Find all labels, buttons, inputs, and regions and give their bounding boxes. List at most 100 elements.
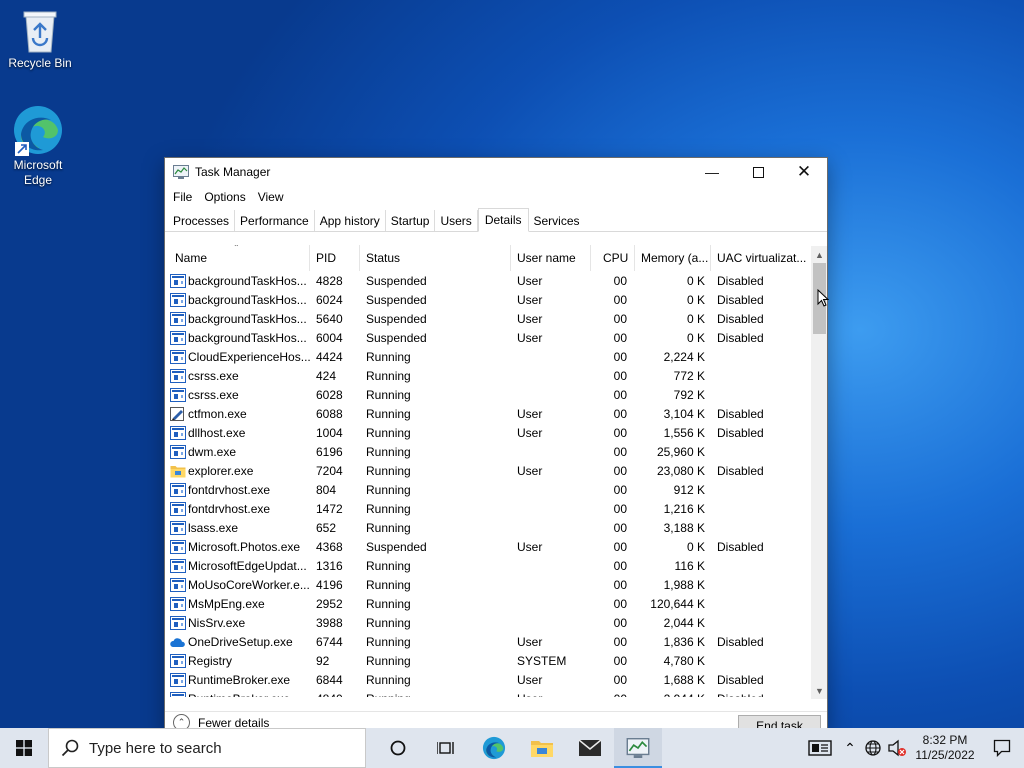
taskbar-app-task-manager[interactable] (614, 728, 662, 768)
table-row[interactable]: NisSrv.exe 3988 Running 00 2,044 K (165, 613, 811, 632)
process-icon (170, 311, 186, 326)
title-bar[interactable]: Task Manager — ✕ (165, 158, 827, 186)
start-button[interactable] (0, 728, 48, 768)
table-row[interactable]: MsMpEng.exe 2952 Running 00 120,644 K (165, 594, 811, 613)
cell-uac (711, 575, 811, 594)
cell-name: RuntimeBroker.exe (165, 670, 310, 689)
cell-pid-text: 6196 (316, 444, 343, 459)
cell-status: Running (360, 594, 511, 613)
column-header-cpu[interactable]: CPU (591, 245, 635, 271)
table-row[interactable]: MicrosoftEdgeUpdat... 1316 Running 00 116 K (165, 556, 811, 575)
table-row[interactable]: CloudExperienceHos... 4424 Running 00 2,224 … (165, 347, 811, 366)
cell-status-text: Running (366, 615, 411, 630)
cell-cpu-text: 00 (613, 387, 627, 402)
folder-icon (170, 464, 188, 478)
table-row[interactable]: backgroundTaskHos... 4828 Suspended User 00 0… (165, 271, 811, 290)
cell-user-name (511, 594, 591, 613)
taskbar-app-file-explorer[interactable] (518, 728, 566, 768)
table-row[interactable]: MoUsoCoreWorker.e... 4196 Running 00 1,988 K (165, 575, 811, 594)
table-row[interactable]: dllhost.exe 1004 Running User 00 1,556 K Disab… (165, 423, 811, 442)
column-header-pid[interactable]: PID (310, 245, 360, 271)
table-row[interactable]: OneDriveSetup.exe 6744 Running User 00 1,836 … (165, 632, 811, 651)
close-button[interactable]: ✕ (781, 158, 827, 186)
cell-uac-text: Disabled (717, 292, 764, 307)
tab-performance[interactable]: Performance (235, 210, 315, 231)
tab-users[interactable]: Users (435, 210, 478, 231)
table-row[interactable]: lsass.exe 652 Running 00 3,188 K (165, 518, 811, 537)
table-row[interactable]: backgroundTaskHos... 6024 Suspended User 00 0… (165, 290, 811, 309)
process-icon (170, 368, 186, 383)
cell-user-name-text: User (517, 692, 542, 698)
cell-status: Running (360, 689, 511, 698)
cell-cpu: 00 (591, 442, 635, 461)
tab-services[interactable]: Services (529, 210, 585, 231)
column-header-memory[interactable]: Memory (a... (635, 245, 711, 271)
taskbar-app-edge[interactable] (470, 728, 518, 768)
table-row[interactable]: RuntimeBroker.exe 4840 Running User 00 2,944 … (165, 689, 811, 697)
task-view-button-2[interactable] (422, 728, 470, 768)
cell-uac (711, 442, 811, 461)
table-row[interactable]: csrss.exe 424 Running 00 772 K (165, 366, 811, 385)
cell-cpu-text: 00 (613, 292, 627, 307)
clock[interactable]: 8:32 PM 11/25/2022 (910, 728, 980, 768)
show-hidden-icons-button[interactable]: ⌃ (838, 728, 862, 768)
table-row[interactable]: fontdrvhost.exe 1472 Running 00 1,216 K (165, 499, 811, 518)
menu-view[interactable]: View (252, 190, 290, 204)
scroll-up-icon[interactable]: ▲ (811, 246, 827, 263)
cell-status-text: Suspended (366, 539, 427, 554)
close-icon: ✕ (796, 162, 812, 181)
column-header-user-name[interactable]: User name (511, 245, 591, 271)
table-row[interactable]: backgroundTaskHos... 6004 Suspended User 00 0… (165, 328, 811, 347)
desktop-icon-label: Microsoft Edge (13, 158, 63, 187)
table-row[interactable]: csrss.exe 6028 Running 00 792 K (165, 385, 811, 404)
cell-cpu-text: 00 (613, 539, 627, 554)
taskbar-search-box[interactable]: Type here to search (48, 728, 366, 768)
table-row[interactable]: explorer.exe 7204 Running User 00 23,080 K Dis… (165, 461, 811, 480)
cell-cpu: 00 (591, 385, 635, 404)
cell-name: csrss.exe (165, 366, 310, 385)
table-row[interactable]: ctfmon.exe 6088 Running User 00 3,104 K Disabl… (165, 404, 811, 423)
table-row[interactable]: backgroundTaskHos... 5640 Suspended User 00 0… (165, 309, 811, 328)
menu-file[interactable]: File (167, 190, 198, 204)
notifications-button[interactable] (980, 728, 1024, 768)
table-header: ⌃ Name PID Status User name CPU Memory (… (165, 245, 811, 271)
table-row[interactable]: Microsoft.Photos.exe 4368 Suspended User 00 0… (165, 537, 811, 556)
news-widget-button[interactable] (802, 728, 838, 768)
tab-startup[interactable]: Startup (386, 210, 436, 231)
maximize-button[interactable] (735, 158, 781, 186)
cell-memory: 3,104 K (635, 404, 711, 423)
table-row[interactable]: dwm.exe 6196 Running 00 25,960 K (165, 442, 811, 461)
cell-memory: 4,780 K (635, 651, 711, 670)
task-view-button[interactable] (374, 728, 422, 768)
cell-pid-text: 1004 (316, 425, 343, 440)
cell-memory: 23,080 K (635, 461, 711, 480)
table-row[interactable]: Registry 92 Running SYSTEM 00 4,780 K (165, 651, 811, 670)
volume-button[interactable] (884, 728, 910, 768)
network-button[interactable] (862, 728, 884, 768)
desktop-icon-recycle-bin[interactable]: Recycle Bin (2, 8, 78, 71)
column-header-uac[interactable]: UAC virtualizat... (711, 245, 811, 271)
table-row[interactable]: fontdrvhost.exe 804 Running 00 912 K (165, 480, 811, 499)
scroll-down-icon[interactable]: ▼ (811, 682, 827, 699)
minimize-button[interactable]: — (689, 158, 735, 186)
cell-status-text: Running (366, 387, 411, 402)
tab-processes[interactable]: Processes (168, 210, 236, 231)
cell-memory: 2,224 K (635, 347, 711, 366)
process-icon (170, 577, 186, 592)
tab-details[interactable]: Details (477, 208, 529, 232)
cell-cpu-text: 00 (613, 672, 627, 687)
column-header-status[interactable]: Status (360, 245, 511, 271)
cell-uac-text: Disabled (717, 425, 764, 440)
desktop-icon-edge[interactable]: Microsoft Edge (0, 104, 76, 188)
cell-status: Running (360, 651, 511, 670)
menu-options[interactable]: Options (198, 190, 251, 204)
cell-status-text: Running (366, 577, 411, 592)
cell-cpu-text: 00 (613, 577, 627, 592)
table-row[interactable]: RuntimeBroker.exe 6844 Running User 00 1,688 … (165, 670, 811, 689)
cell-cpu: 00 (591, 537, 635, 556)
tab-app-history[interactable]: App history (315, 210, 386, 231)
cell-pid-text: 5640 (316, 311, 343, 326)
vertical-scrollbar[interactable]: ▲ ▼ (811, 246, 827, 699)
taskbar-app-mail[interactable] (566, 728, 614, 768)
cell-cpu: 00 (591, 423, 635, 442)
